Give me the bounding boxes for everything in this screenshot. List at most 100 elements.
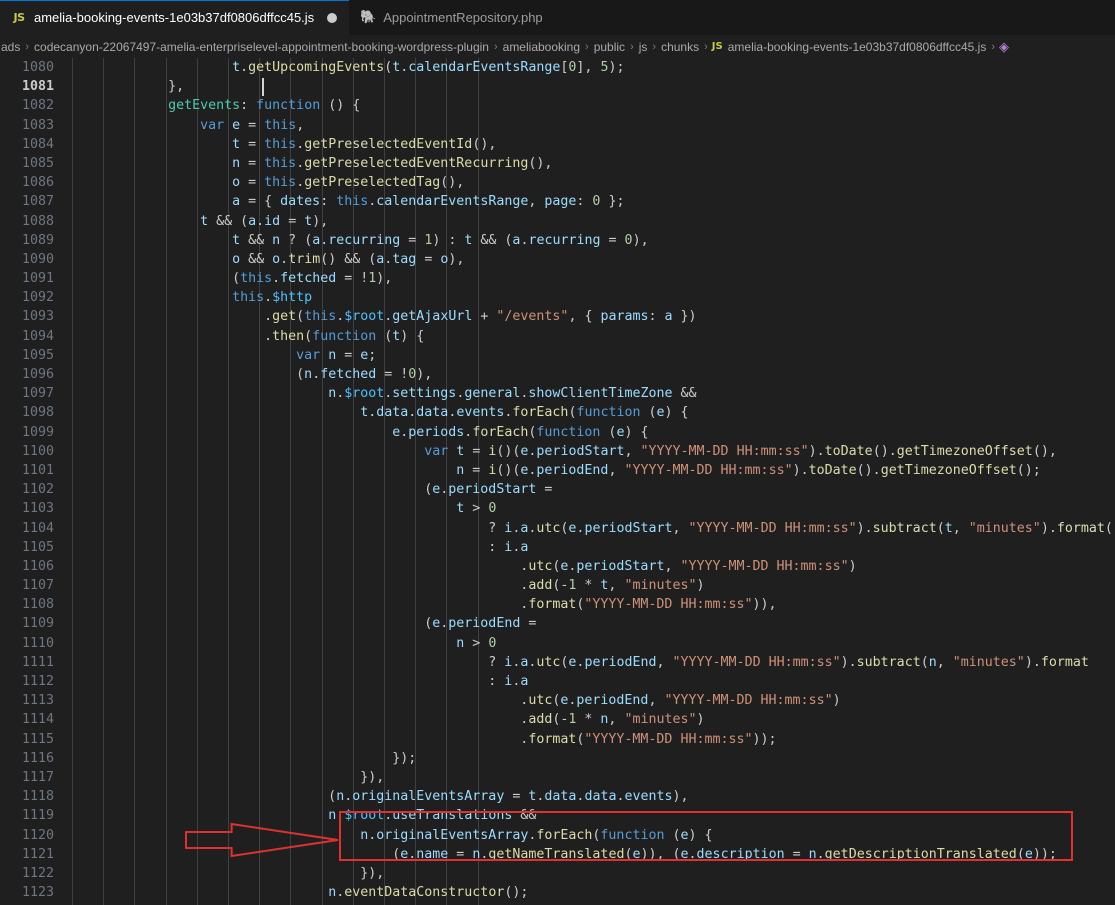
code-line[interactable]: 1123 n.eventDataConstructor(); <box>0 883 1115 902</box>
code-token: a <box>248 213 257 229</box>
code-line[interactable]: 1080 t.getUpcomingEvents(t.calendarEvent… <box>0 58 1115 77</box>
code-token: n <box>808 846 817 862</box>
breadcrumb-item-js[interactable]: js <box>638 40 649 54</box>
code-line[interactable]: 1111 ? i.a.utc(e.periodEnd, "YYYY-MM-DD … <box>0 653 1115 672</box>
code-line[interactable]: 1122 }), <box>0 864 1115 883</box>
code-line[interactable]: 1104 ? i.a.utc(e.periodStart, "YYYY-MM-D… <box>0 519 1115 538</box>
code-line[interactable]: 1101 n = i()(e.periodEnd, "YYYY-MM-DD HH… <box>0 461 1115 480</box>
code-line[interactable]: 1112 : i.a <box>0 672 1115 691</box>
code-line[interactable]: 1106 .utc(e.periodStart, "YYYY-MM-DD HH:… <box>0 557 1115 576</box>
code-line[interactable]: 1098 t.data.data.events.forEach(function… <box>0 403 1115 422</box>
code-line[interactable]: 1105 : i.a <box>0 538 1115 557</box>
code-token: ? ( <box>280 232 313 248</box>
breadcrumb-item-ameliabooking[interactable]: ameliabooking <box>502 40 581 54</box>
code-token: , <box>952 520 969 536</box>
code-line[interactable]: 1083 var e = this, <box>0 116 1115 135</box>
code-line[interactable]: 1081 }, <box>0 77 1115 96</box>
code-token: showClientTimeZone <box>528 386 673 402</box>
code-token: utc <box>528 558 553 574</box>
code-text: n = this.getPreselectedEventRecurring(), <box>54 154 552 173</box>
code-token: periodStart <box>576 558 665 574</box>
breadcrumb-item-public[interactable]: public <box>593 40 626 54</box>
code-line[interactable]: 1113 .utc(e.periodEnd, "YYYY-MM-DD HH:mm… <box>0 691 1115 710</box>
code-line[interactable]: 1118 (n.originalEventsArray = t.data.dat… <box>0 787 1115 806</box>
tab-appointment-repository-php[interactable]: 🐘 AppointmentRepository.php <box>349 0 555 35</box>
code-token: ( <box>920 654 929 670</box>
code-line[interactable]: 1097 n.$root.settings.general.showClient… <box>0 384 1115 403</box>
code-line[interactable]: 1114 .add(-1 * n, "minutes") <box>0 710 1115 729</box>
code-line[interactable]: 1096 (n.fetched = !0), <box>0 365 1115 384</box>
code-line[interactable]: 1108 .format("YYYY-MM-DD HH:mm:ss")), <box>0 595 1115 614</box>
code-text: ? i.a.utc(e.periodStart, "YYYY-MM-DD HH:… <box>54 519 1115 538</box>
code-line[interactable]: 1091 (this.fetched = !1), <box>0 269 1115 288</box>
code-text: ? i.a.utc(e.periodEnd, "YYYY-MM-DD HH:mm… <box>54 653 1089 672</box>
code-line[interactable]: 1094 .then(function (t) { <box>0 327 1115 346</box>
code-token: = <box>240 136 265 152</box>
chevron-right-icon: › <box>704 40 708 53</box>
code-line[interactable]: 1082 getEvents: function () { <box>0 96 1115 115</box>
code-lines: 1080 t.getUpcomingEvents(t.calendarEvent… <box>0 58 1115 905</box>
tab-amelia-booking-events-js[interactable]: JS amelia-booking-events-1e03b37df0806df… <box>0 0 350 35</box>
code-token: "/events" <box>496 309 569 325</box>
code-line[interactable]: 1110 n > 0 <box>0 634 1115 653</box>
code-token: $root <box>344 309 385 325</box>
code-line[interactable]: 1089 t && n ? (a.recurring = 1) : t && (… <box>0 231 1115 250</box>
code-token: ), <box>376 271 393 287</box>
code-token: n <box>328 885 337 901</box>
code-line[interactable]: 1116 }); <box>0 749 1115 768</box>
code-text: o = this.getPreselectedTag(), <box>54 173 464 192</box>
code-token: ( <box>72 789 337 805</box>
breadcrumb-item-current-file[interactable]: amelia-booking-events-1e03b37df0806dffcc… <box>727 40 988 54</box>
code-line[interactable]: 1095 var n = e; <box>0 346 1115 365</box>
code-line[interactable]: 1088 t && (a.id = t), <box>0 212 1115 231</box>
code-token: , <box>656 654 673 670</box>
code-line[interactable]: 1090 o && o.trim() && (a.tag = o), <box>0 250 1115 269</box>
line-number: 1098 <box>21 405 54 421</box>
line-number: 1083 <box>21 117 54 133</box>
code-token: ). <box>808 443 825 459</box>
code-token: . <box>264 290 273 306</box>
code-line[interactable]: 1119 n.$root.useTranslations && <box>0 806 1115 825</box>
line-number: 1114 <box>21 712 54 728</box>
code-token: fetched <box>320 367 377 382</box>
code-line[interactable]: 1102 (e.periodStart = <box>0 480 1115 499</box>
symbol-icon[interactable]: ◈ <box>999 39 1009 55</box>
code-line[interactable]: 1117 }), <box>0 768 1115 787</box>
code-token: ), <box>672 789 689 805</box>
code-token: e <box>232 117 241 133</box>
code-line[interactable]: 1121 (e.name = n.getNameTranslated(e)), … <box>0 845 1115 864</box>
code-token: ( <box>72 616 433 632</box>
code-token: periodEnd <box>536 462 609 478</box>
code-editor[interactable]: 1080 t.getUpcomingEvents(t.calendarEvent… <box>0 58 1115 905</box>
code-line[interactable]: 1092 this.$http <box>0 288 1115 307</box>
code-line[interactable]: 1120 n.originalEventsArray.forEach(funct… <box>0 826 1115 845</box>
code-token: }) <box>672 309 697 325</box>
code-line[interactable]: 1107 .add(-1 * t, "minutes") <box>0 576 1115 595</box>
code-line[interactable]: 1086 o = this.getPreselectedTag(), <box>0 173 1115 192</box>
code-line[interactable]: 1085 n = this.getPreselectedEventRecurri… <box>0 154 1115 173</box>
code-token: 0 <box>488 635 497 651</box>
code-token: = ! <box>336 271 369 287</box>
breadcrumb-item-ads[interactable]: ads <box>0 40 21 54</box>
line-number: 1122 <box>21 865 54 881</box>
code-token: , <box>608 578 625 594</box>
code-line[interactable]: 1084 t = this.getPreselectedEventId(), <box>0 135 1115 154</box>
code-line[interactable]: 1103 t > 0 <box>0 499 1115 518</box>
code-line[interactable]: 1115 .format("YYYY-MM-DD HH:mm:ss")); <box>0 730 1115 749</box>
breadcrumb-item-plugin-folder[interactable]: codecanyon-22067497-amelia-enterpriselev… <box>33 40 490 54</box>
code-text: .add(-1 * t, "minutes") <box>54 576 704 595</box>
code-line[interactable]: 1087 a = { dates: this.calendarEventsRan… <box>0 192 1115 211</box>
code-line[interactable]: 1100 var t = i()(e.periodStart, "YYYY-MM… <box>0 442 1115 461</box>
code-text: : i.a <box>54 672 528 691</box>
code-token: ), <box>416 367 433 382</box>
unsaved-dot-icon[interactable] <box>327 12 338 23</box>
code-line[interactable]: 1093 .get(this.$root.getAjaxUrl + "/even… <box>0 307 1115 326</box>
code-line[interactable]: 1109 (e.periodEnd = <box>0 614 1115 633</box>
code-token: , <box>608 712 625 728</box>
code-line[interactable]: 1099 e.periods.forEach(function (e) { <box>0 423 1115 442</box>
code-token: a <box>520 674 529 689</box>
breadcrumb-item-chunks[interactable]: chunks <box>660 40 700 54</box>
code-token: getTimezoneOffset <box>880 462 1017 478</box>
code-token: . <box>72 597 529 613</box>
